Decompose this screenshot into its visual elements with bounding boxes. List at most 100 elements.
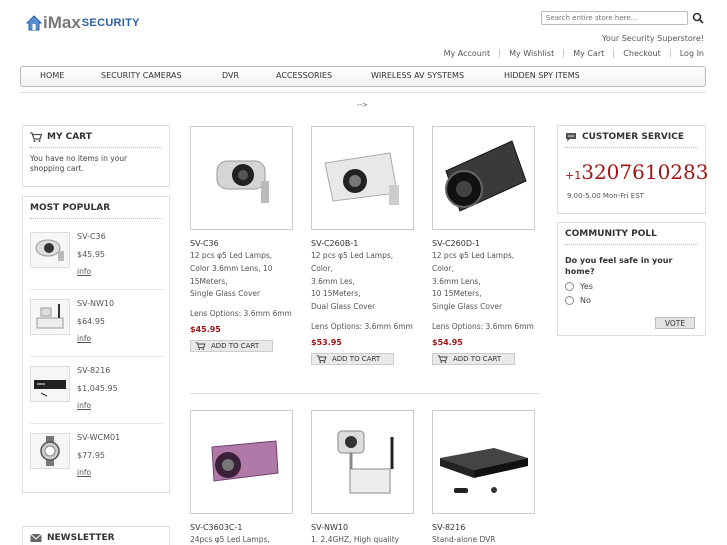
popular-item-name[interactable]: SV-8216 xyxy=(77,366,110,375)
cart-icon xyxy=(195,342,206,351)
product-image[interactable] xyxy=(311,410,414,514)
envelope-icon xyxy=(30,533,42,542)
product-card: SV-C260B-1 12 pcs φ5 Led Lamps, Color, 3… xyxy=(311,126,421,365)
popular-item-image[interactable] xyxy=(30,366,70,402)
popular-item[interactable]: SV-NW10 $64.95 info xyxy=(30,295,163,357)
nav-wireless-av-systems[interactable]: WIRELESS AV SYSTEMS xyxy=(371,71,464,80)
product-name[interactable]: SV-8216 xyxy=(432,523,542,532)
product-lens-options: Lens Options: 3.6mm 6mm xyxy=(190,309,292,319)
product-name[interactable]: SV-C3603C-1 xyxy=(190,523,300,532)
product-description: 1. 2.4GHZ, High quality xyxy=(311,535,400,544)
poll-option-yes[interactable]: Yes xyxy=(565,282,698,291)
most-popular-box: MOST POPULAR SV-C36 $45.95 info SV-NW10 … xyxy=(22,196,170,493)
product-image[interactable] xyxy=(432,126,535,230)
most-popular-title: MOST POPULAR xyxy=(30,203,162,219)
phone-number: +13207610283 xyxy=(565,160,708,184)
add-to-cart-label: ADD TO CART xyxy=(211,342,260,351)
popular-item-name[interactable]: SV-WCM01 xyxy=(77,433,120,442)
popular-item-price: $1,045.95 xyxy=(77,384,118,393)
poll-question: Do you feel safe in your home? xyxy=(565,256,673,276)
product-lens-options: Lens Options: 3.6mm 6mm xyxy=(311,321,413,331)
popular-item-price: $77.95 xyxy=(77,451,105,460)
logo-main-text: iMax xyxy=(43,13,81,32)
phone-digits: 3207610283 xyxy=(581,160,709,184)
product-name[interactable]: SV-C36 xyxy=(190,239,300,248)
product-description: 12 pcs φ5 Led Lamps, Color, 3.6mm Les, 1… xyxy=(311,251,394,312)
product-price: $54.95 xyxy=(432,337,463,347)
product-price: $45.95 xyxy=(190,325,221,335)
add-to-cart-button[interactable]: ADD TO CART xyxy=(311,352,394,365)
popular-item-image[interactable] xyxy=(30,232,70,268)
popular-item-image[interactable] xyxy=(30,299,70,335)
phone-prefix: +1 xyxy=(565,169,582,182)
top-links: My Account My Wishlist My Cart Checkout … xyxy=(435,49,704,58)
popular-item[interactable]: SV-WCM01 $77.95 info xyxy=(30,429,163,491)
product-image[interactable] xyxy=(190,126,293,230)
popular-item-info-link[interactable]: info xyxy=(77,267,91,276)
my-cart-title-text: MY CART xyxy=(47,132,92,142)
house-icon xyxy=(26,15,42,31)
cart-empty-text: You have no items in your shopping cart. xyxy=(30,154,128,173)
popular-item-name[interactable]: SV-NW10 xyxy=(77,299,114,308)
community-poll-box: COMMUNITY POLL Do you feel safe in your … xyxy=(557,222,706,336)
customer-service-box: CUSTOMER SERVICE +13207610283 9.00-5.00 … xyxy=(557,125,708,214)
product-image[interactable] xyxy=(311,126,414,230)
nav-home[interactable]: HOME xyxy=(40,71,64,80)
product-row-divider xyxy=(190,393,540,394)
product-name[interactable]: SV-NW10 xyxy=(311,523,421,532)
nav-divider xyxy=(20,92,706,93)
logo-sub-text: SECURITY xyxy=(81,17,140,29)
add-to-cart-button[interactable]: ADD TO CART xyxy=(432,352,515,365)
product-image[interactable] xyxy=(190,410,293,514)
product-card: SV-C260D-1 12 pcs φ5 Led Lamps, Color, 3… xyxy=(432,126,542,365)
poll-option-label: No xyxy=(580,296,591,305)
nav-dvr[interactable]: DVR xyxy=(222,71,239,80)
my-wishlist-link[interactable]: My Wishlist xyxy=(499,49,563,58)
product-price: $53.95 xyxy=(311,337,342,347)
popular-item-price: $45.95 xyxy=(77,250,105,259)
main-nav: HOME SECURITY CAMERAS DVR ACCESSORIES WI… xyxy=(20,66,706,87)
product-name[interactable]: SV-C260D-1 xyxy=(432,239,542,248)
add-to-cart-label: ADD TO CART xyxy=(453,354,502,363)
nav-accessories[interactable]: ACCESSORIES xyxy=(276,71,332,80)
service-hours: 9.00-5.00 Mon-Fri EST xyxy=(567,192,644,200)
newsletter-title: NEWSLETTER xyxy=(30,533,162,545)
popular-item-info-link[interactable]: info xyxy=(77,334,91,343)
poll-option-no[interactable]: No xyxy=(565,296,698,305)
product-name[interactable]: SV-C260B-1 xyxy=(311,239,421,248)
search-icon[interactable] xyxy=(692,11,704,25)
page: iMax SECURITY Your Security Superstore! … xyxy=(0,0,727,545)
add-to-cart-label: ADD TO CART xyxy=(332,354,381,363)
cart-icon xyxy=(316,355,327,363)
my-cart-link[interactable]: My Cart xyxy=(563,49,613,58)
popular-item[interactable]: SV-8216 $1,045.95 info xyxy=(30,362,163,424)
product-card: SV-C3603C-1 24pcs φ5 Led Lamps, xyxy=(190,410,300,545)
product-card: SV-NW10 1. 2.4GHZ, High quality xyxy=(311,410,421,545)
radio-no[interactable] xyxy=(565,296,574,305)
nav-hidden-spy-items[interactable]: HIDDEN SPY ITEMS xyxy=(504,71,580,80)
my-cart-title: MY CART xyxy=(30,132,162,148)
product-description: 12 pcs φ5 Led Lamps, Color, 3.6mm Lens, … xyxy=(432,251,515,312)
product-lens-options: Lens Options: 3.6mm 6mm xyxy=(432,321,534,331)
vote-button[interactable]: VOTE xyxy=(655,317,695,329)
popular-item-info-link[interactable]: info xyxy=(77,401,91,410)
customer-service-title-text: CUSTOMER SERVICE xyxy=(582,132,684,142)
add-to-cart-button[interactable]: ADD TO CART xyxy=(190,340,273,353)
logo[interactable]: iMax SECURITY xyxy=(26,13,140,33)
product-image[interactable] xyxy=(432,410,535,514)
popular-item[interactable]: SV-C36 $45.95 info xyxy=(30,228,163,290)
cart-icon xyxy=(437,355,448,363)
checkout-link[interactable]: Checkout xyxy=(613,49,669,58)
poll-option-label: Yes xyxy=(580,282,593,291)
community-poll-title: COMMUNITY POLL xyxy=(565,229,698,245)
popular-item-info-link[interactable]: info xyxy=(77,468,91,477)
radio-yes[interactable] xyxy=(565,282,574,291)
popular-item-name[interactable]: SV-C36 xyxy=(77,232,106,241)
cart-icon xyxy=(30,132,42,142)
popular-item-image[interactable] xyxy=(30,433,70,469)
nav-security-cameras[interactable]: SECURITY CAMERAS xyxy=(101,71,182,80)
product-card: SV-C36 12 pcs φ5 Led Lamps, Color 3.6mm … xyxy=(190,126,300,353)
search-input[interactable] xyxy=(541,11,688,25)
log-in-link[interactable]: Log In xyxy=(669,49,704,58)
my-account-link[interactable]: My Account xyxy=(435,49,499,58)
